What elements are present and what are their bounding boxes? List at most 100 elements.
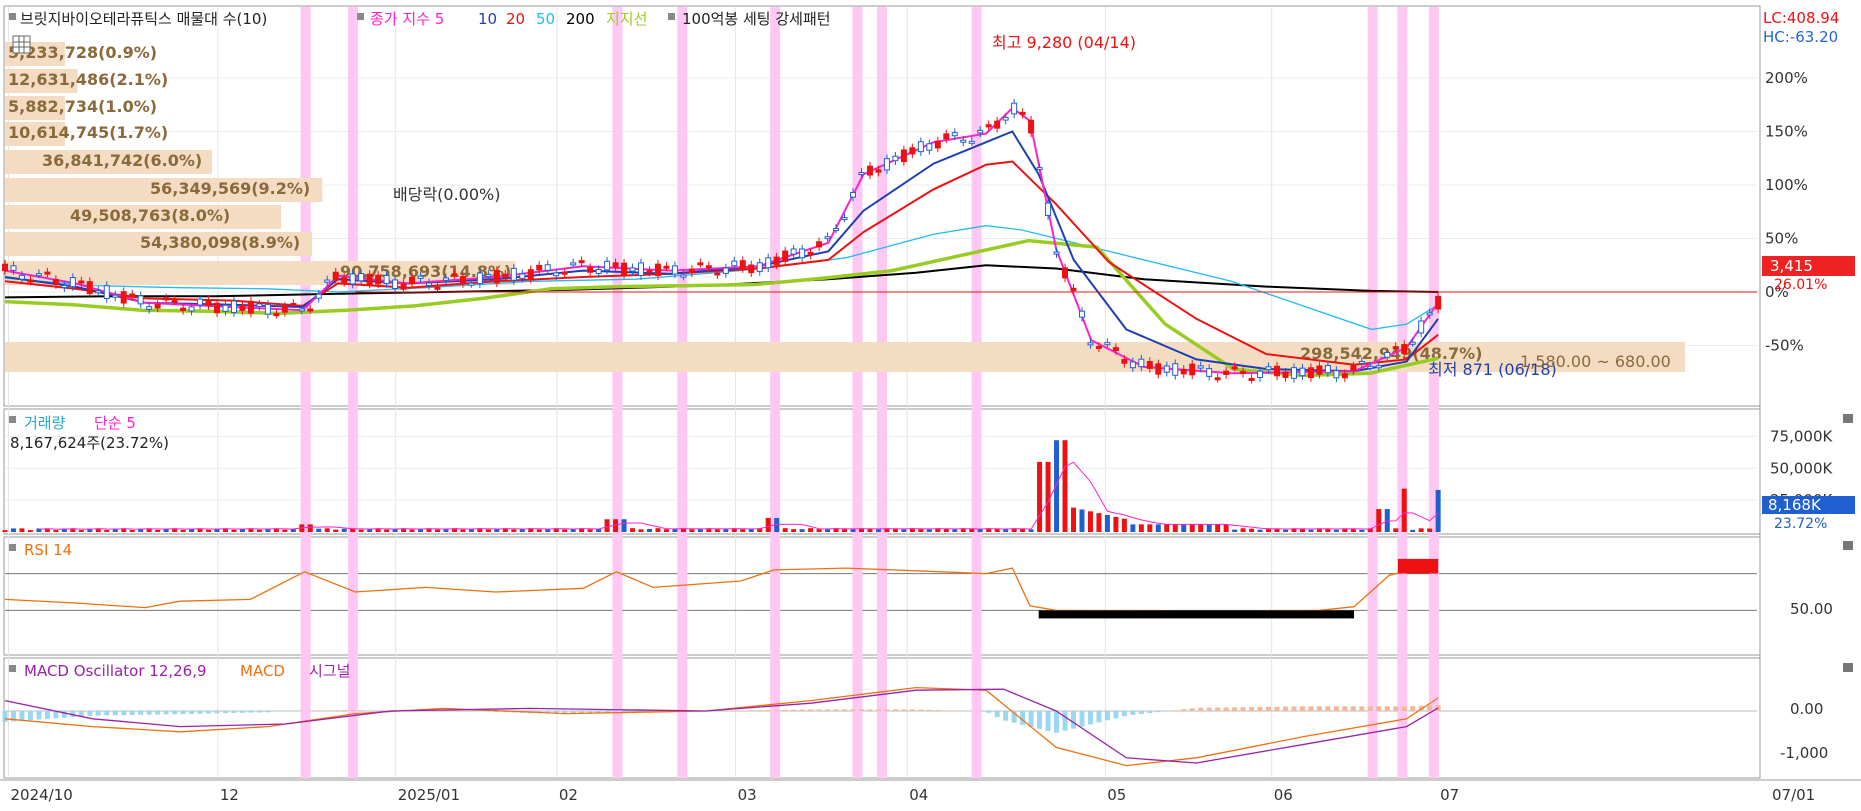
close-icon[interactable]: [1843, 414, 1853, 423]
grid-table-icon[interactable]: [12, 35, 31, 54]
macd-oscillator-bar: [2, 711, 8, 722]
volume-bar: [1037, 461, 1043, 532]
macd-title: MACD Oscillator 12,26,9: [24, 662, 207, 680]
pattern-highlight-band: [770, 7, 781, 778]
volume-bar: [434, 529, 440, 532]
macd-oscillator-bar: [112, 711, 118, 716]
volume-bar: [1257, 529, 1263, 532]
candle: [638, 262, 645, 277]
candle: [1384, 351, 1391, 358]
volume-bar: [307, 524, 313, 532]
candle: [256, 303, 263, 307]
volume-bar: [1155, 524, 1161, 532]
macd-oscillator-bar: [1206, 707, 1212, 711]
macd-oscillator-bar: [231, 711, 237, 714]
candle: [578, 260, 585, 264]
candle: [485, 274, 492, 278]
candle: [1401, 344, 1408, 355]
macd-oscillator-bar: [918, 709, 924, 711]
macd-oscillator-bar: [19, 711, 25, 721]
candle: [1248, 377, 1255, 381]
candle: [782, 250, 789, 262]
candle: [18, 274, 25, 280]
candle: [799, 248, 806, 259]
volume-bar: [723, 529, 729, 532]
candle: [298, 308, 305, 312]
macd-label: MACD: [240, 662, 285, 680]
macd-oscillator-bar: [858, 709, 864, 711]
candle: [247, 300, 254, 314]
macd-oscillator-bar: [104, 711, 110, 716]
volume-profile-label: 5,882,734(1.0%): [8, 97, 157, 116]
candle: [1324, 364, 1331, 374]
close-icon[interactable]: [1843, 541, 1853, 550]
candle: [103, 285, 110, 300]
pattern-highlight-band: [612, 7, 623, 778]
candle: [1172, 363, 1179, 376]
candle: [553, 272, 560, 277]
candle: [129, 293, 136, 298]
volume-profile-label: 36,841,742(6.0%): [42, 151, 202, 170]
volume-bar: [1435, 489, 1441, 532]
volume-bar: [630, 528, 636, 532]
macd-oscillator-bar: [1215, 707, 1221, 711]
macd-oscillator-bar: [222, 711, 228, 714]
volume-bar: [646, 528, 652, 532]
volume-bar: [1240, 528, 1246, 532]
candle: [629, 267, 636, 272]
candle: [646, 270, 653, 274]
candle: [1121, 358, 1128, 364]
macd-oscillator-bar: [1003, 711, 1009, 721]
candle: [697, 262, 704, 266]
macd-oscillator-bar: [1054, 711, 1060, 733]
volume-bar: [1308, 529, 1314, 532]
candle: [349, 273, 356, 285]
macd-oscillator-bar: [1291, 706, 1297, 711]
volume-bar: [1215, 524, 1221, 532]
legend-marker-icon: [9, 544, 16, 551]
volume-bar: [663, 529, 669, 532]
legend-marker-icon: [9, 416, 16, 423]
macd-oscillator-bar: [1062, 711, 1068, 731]
volume-bar: [78, 529, 84, 532]
volume-profile-label: 49,508,763(8.0%): [70, 206, 230, 225]
volume-bar: [282, 529, 288, 532]
volume-info: 8,167,624주(23.72%): [10, 434, 169, 452]
macd-oscillator-bar: [1316, 706, 1322, 711]
macd-oscillator-bar: [451, 710, 457, 711]
macd-oscillator-bar: [1096, 711, 1102, 723]
close-icon[interactable]: [1843, 663, 1853, 672]
volume-bar: [1138, 524, 1144, 532]
candle: [163, 297, 170, 301]
macd-oscillator-bar: [172, 711, 178, 715]
candle: [383, 274, 390, 285]
candle: [977, 129, 984, 134]
macd-oscillator-bar: [248, 711, 254, 713]
ma20-legend: 20: [506, 10, 525, 28]
candle: [1036, 167, 1043, 171]
volume-bar: [104, 529, 110, 532]
macd-oscillator-bar: [1198, 707, 1204, 711]
volume-bar: [19, 528, 25, 532]
x-tick-label: 04: [909, 786, 928, 804]
candle: [1341, 373, 1348, 379]
pattern-highlight-band: [877, 7, 887, 778]
macd-oscillator-bar: [740, 710, 746, 711]
macd-oscillator-bar: [799, 709, 805, 711]
candle: [1375, 365, 1382, 369]
volume-bar: [1062, 440, 1068, 532]
volume-bar: [816, 529, 822, 532]
volume-bar: [1003, 529, 1009, 532]
candle: [604, 260, 611, 271]
candle: [850, 192, 857, 198]
macd-oscillator-bar: [1113, 711, 1119, 719]
macd-oscillator-bar: [324, 710, 330, 711]
candle: [544, 264, 551, 271]
volume-bar: [1181, 524, 1187, 532]
candle: [1290, 367, 1297, 379]
macd-zero-tick: 0.00: [1790, 700, 1823, 718]
volume-bar: [867, 529, 873, 532]
volume-bar: [1189, 524, 1195, 532]
macd-oscillator-bar: [358, 710, 364, 711]
macd-oscillator-bar: [1427, 705, 1433, 711]
